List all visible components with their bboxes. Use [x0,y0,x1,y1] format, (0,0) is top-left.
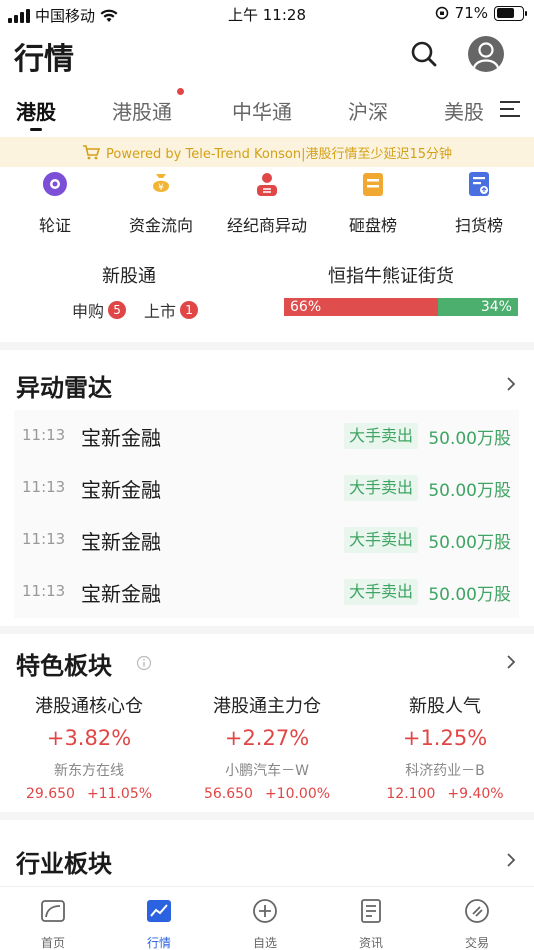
sell-tag: 大手卖出 [344,475,419,501]
info-icon[interactable] [136,655,152,671]
chevron-right-icon[interactable] [506,852,516,868]
battery-icon [494,5,527,21]
market-chart-icon [147,900,171,922]
subscribe-count-badge: 5 [108,301,127,319]
sell-tag: 大手卖出 [344,423,419,449]
app-header: 行情 [0,30,534,80]
sweep-board-icon [469,172,489,196]
delay-notice: Powered by Tele-Trend Konson|港股行情至少延迟15分… [0,137,534,167]
radar-row[interactable]: 11:13 宝新金融 大手卖出 50.00万股 [14,410,519,462]
warrant-icon [42,172,67,196]
status-bar: 中国移动 上午 11:28 71% [0,0,534,28]
radar-row[interactable]: 11:13 宝新金融 大手卖出 50.00万股 [14,462,519,514]
radar-row[interactable]: 11:13 宝新金融 大手卖出 50.00万股 [14,566,519,618]
battery-percent: 71% [454,4,488,22]
market-tabs: 港股 港股通 中华通 沪深 美股 [0,90,534,134]
sector-card[interactable]: 新股人气 +1.25% 科济药业－B 12.100 +9.40% [356,692,534,802]
entry-money-flow[interactable]: ¥ 资金流向 [106,170,216,236]
add-watchlist-icon [253,899,277,923]
bull-bear-bar[interactable]: 66% 34% [284,298,518,316]
entry-warrants[interactable]: 轮证 [0,170,110,236]
sector-card[interactable]: 港股通核心仓 +3.82% 新东方在线 29.650 +11.05% [0,692,178,802]
page-title: 行情 [14,42,74,77]
broker-icon [257,173,277,196]
trade-icon [465,899,489,923]
active-tab-indicator [30,128,42,131]
news-icon [361,899,381,923]
nav-home[interactable]: 首页 [0,897,106,950]
entry-sweep-board[interactable]: 扫货榜 [424,170,534,236]
nav-market[interactable]: 行情 [106,897,212,950]
dump-board-icon [363,173,383,196]
section-divider [0,812,534,820]
notification-dot [177,88,184,95]
radar-title[interactable]: 异动雷达 [16,368,112,403]
money-bag-icon: ¥ [153,174,169,193]
tab-us-stocks[interactable]: 美股 [444,96,484,125]
featured-title[interactable]: 特色板块 [16,646,112,681]
tab-hk-stocks[interactable]: 港股 [16,96,56,125]
cart-icon [83,145,100,160]
search-icon[interactable] [408,38,440,70]
radar-row[interactable]: 11:13 宝新金融 大手卖出 50.00万股 [14,514,519,566]
industry-title[interactable]: 行业板块 [16,844,112,879]
section-divider [0,626,534,634]
avatar[interactable] [468,36,504,72]
sell-tag: 大手卖出 [344,527,419,553]
entry-broker-changes[interactable]: 经纪商异动 [212,170,322,236]
bull-bear-title[interactable]: 恒指牛熊证街货 [328,262,454,288]
new-stock-counts[interactable]: 申购 5 上市 1 [72,298,199,322]
orientation-lock-icon [435,6,448,20]
quick-entries: 轮证 ¥ 资金流向 经纪商异动 砸盘榜 扫货榜 [0,170,534,240]
subscribe-label: 申购 [72,302,105,321]
bull-share: 66% [284,298,439,316]
nav-trade[interactable]: 交易 [424,897,530,950]
bottom-nav: 首页 行情 自选 资讯 交易 [0,886,534,950]
chevron-right-icon[interactable] [506,654,516,670]
listing-count-badge: 1 [180,301,199,319]
listing-label: 上市 [144,302,177,321]
section-divider [0,342,534,350]
bear-share: 34% [438,298,518,316]
tab-china-connect[interactable]: 中华通 [232,96,292,125]
nav-news[interactable]: 资讯 [318,897,424,950]
new-stock-title[interactable]: 新股通 [102,262,156,288]
entry-dump-board[interactable]: 砸盘榜 [318,170,428,236]
menu-icon[interactable] [500,100,520,118]
sell-tag: 大手卖出 [344,579,419,605]
tab-hk-connect[interactable]: 港股通 [112,96,172,125]
radar-list: 11:13 宝新金融 大手卖出 50.00万股 11:13 宝新金融 大手卖出 … [14,410,519,618]
tab-shanghai-shenzhen[interactable]: 沪深 [348,96,388,125]
chevron-right-icon[interactable] [506,376,516,392]
nav-watchlist[interactable]: 自选 [212,897,318,950]
user-icon [472,42,500,69]
home-icon [41,900,65,922]
sector-card[interactable]: 港股通主力仓 +2.27% 小鹏汽车－W 56.650 +10.00% [178,692,356,802]
svg-text:¥: ¥ [158,183,164,193]
notice-text: Powered by Tele-Trend Konson|港股行情至少延迟15分… [106,146,452,162]
